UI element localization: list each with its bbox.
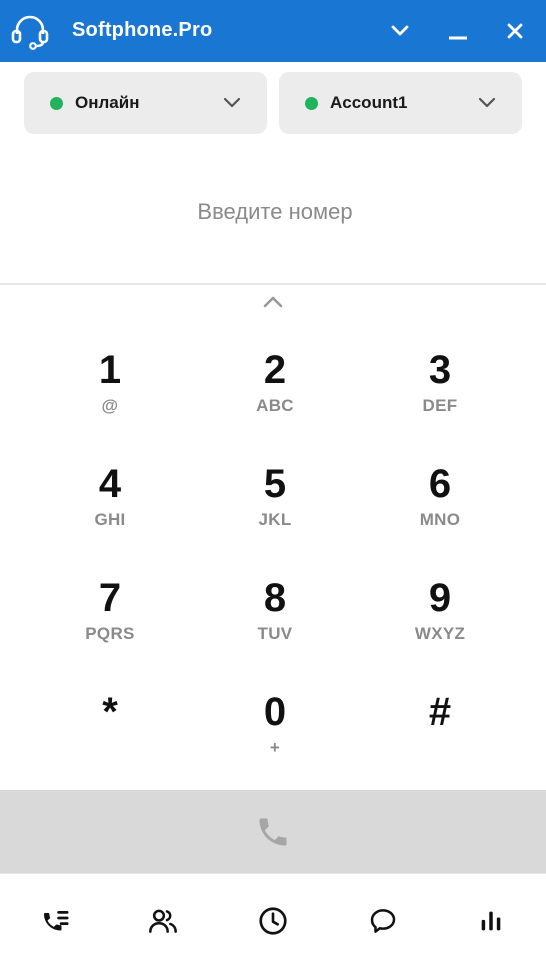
key-digit: 3	[428, 348, 452, 392]
chat-icon	[370, 909, 396, 933]
key-7[interactable]: 7 PQRS	[35, 568, 185, 668]
chevron-down-icon	[478, 97, 496, 108]
key-letters: WXYZ	[414, 624, 466, 643]
minimize-button[interactable]	[443, 16, 473, 46]
key-6[interactable]: 6 MNO	[365, 454, 515, 554]
key-digit: 9	[428, 576, 452, 620]
nav-stats[interactable]	[474, 904, 508, 938]
history-icon	[259, 907, 287, 935]
nav-contacts[interactable]	[146, 904, 180, 938]
status-label: Онлайн	[75, 93, 140, 112]
app-title: Softphone.Pro	[72, 19, 213, 41]
key-digit: 8	[263, 576, 287, 620]
key-digit: 0	[263, 690, 287, 734]
key-letters: PQRS	[85, 624, 135, 643]
key-0[interactable]: 0 +	[200, 682, 350, 782]
key-letters: ABC	[256, 396, 294, 415]
minimize-icon	[449, 36, 467, 40]
key-letters: DEF	[422, 396, 458, 415]
key-9[interactable]: 9 WXYZ	[365, 568, 515, 668]
key-letters: @	[101, 396, 119, 415]
nav-calls[interactable]	[39, 904, 73, 938]
close-icon	[507, 23, 523, 39]
key-digit: #	[428, 690, 452, 734]
chevron-down-icon	[391, 25, 409, 36]
key-digit: 7	[98, 576, 122, 620]
key-letters: TUV	[257, 624, 293, 643]
calls-list-icon	[44, 911, 69, 931]
title-bar: Softphone.Pro	[0, 0, 546, 62]
key-digit: *	[102, 690, 118, 734]
account-label: Account1	[330, 93, 408, 112]
nav-chat[interactable]	[366, 904, 400, 938]
key-3[interactable]: 3 DEF	[365, 340, 515, 440]
key-digit: 1	[98, 348, 122, 392]
call-button[interactable]	[0, 790, 546, 873]
key-letters: +	[269, 738, 281, 757]
phone-icon	[259, 818, 287, 845]
bottom-navigation	[0, 873, 546, 969]
contacts-icon	[149, 909, 177, 933]
account-status-dot	[305, 96, 318, 110]
key-5[interactable]: 5 JKL	[200, 454, 350, 554]
dial-pad: 1 @ 2 ABC 3 DEF 4 GHI 5 JKL 6 MNO 7 PQRS…	[0, 340, 546, 780]
key-digit: 6	[428, 462, 452, 506]
stats-icon	[481, 911, 501, 931]
key-letters: GHI	[94, 510, 126, 529]
divider	[0, 283, 546, 285]
key-letters: MNO	[419, 510, 461, 529]
key-4[interactable]: 4 GHI	[35, 454, 185, 554]
chevron-down-icon	[223, 97, 241, 108]
key-letters: JKL	[258, 510, 292, 529]
key-8[interactable]: 8 TUV	[200, 568, 350, 668]
key-digit: 4	[98, 462, 122, 506]
chevron-up-icon	[263, 296, 283, 308]
status-selector[interactable]: Онлайн	[24, 72, 267, 134]
title-dropdown-button[interactable]	[385, 16, 415, 46]
online-status-dot	[50, 96, 63, 110]
headset-icon	[11, 15, 49, 50]
key-digit: 2	[263, 348, 287, 392]
collapse-keypad-button[interactable]	[258, 290, 288, 314]
key-digit: 5	[263, 462, 287, 506]
close-button[interactable]	[500, 16, 530, 46]
key-star[interactable]: *	[35, 682, 185, 782]
key-1[interactable]: 1 @	[35, 340, 185, 440]
key-hash[interactable]: #	[365, 682, 515, 782]
key-2[interactable]: 2 ABC	[200, 340, 350, 440]
nav-history[interactable]	[256, 904, 290, 938]
phone-number-input[interactable]	[0, 183, 546, 241]
account-selector[interactable]: Account1	[279, 72, 522, 134]
